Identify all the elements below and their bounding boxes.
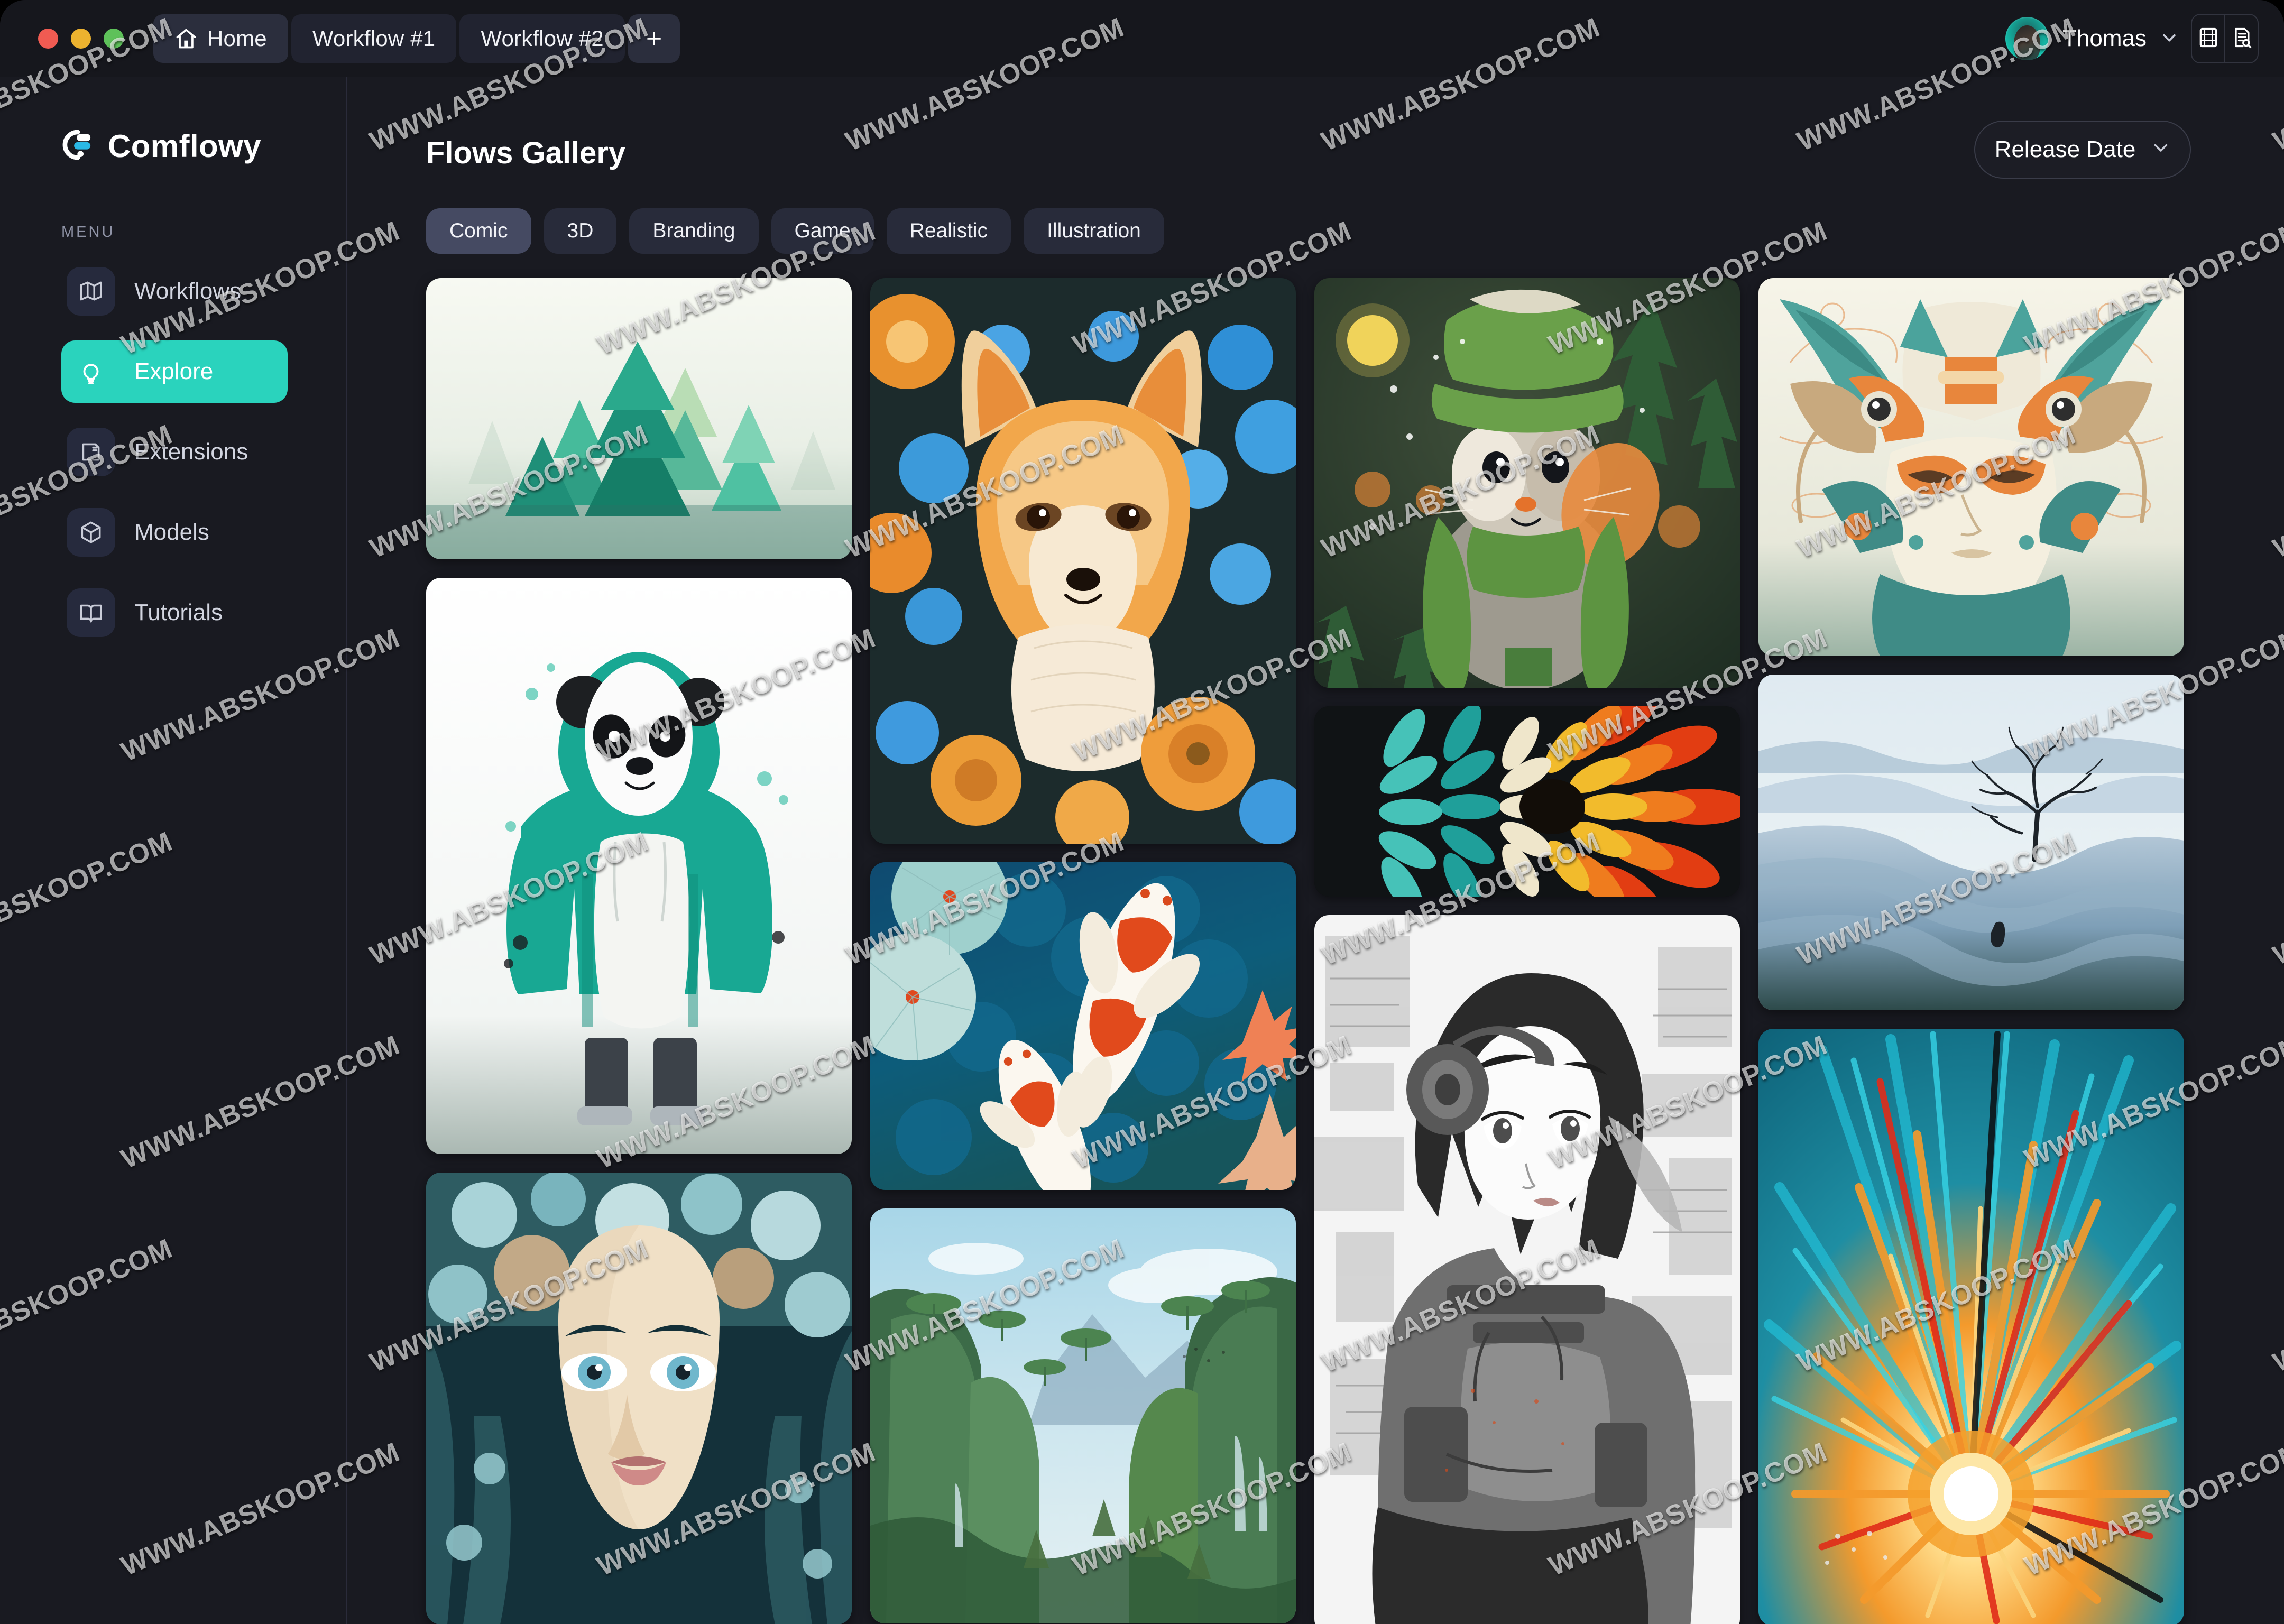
sidebar-item-models-label: Models bbox=[134, 519, 209, 546]
gallery-card[interactable] bbox=[870, 862, 1296, 1190]
gallery-column bbox=[870, 278, 1296, 1624]
gallery-card[interactable] bbox=[1758, 278, 2184, 656]
chevron-down-icon bbox=[2151, 136, 2170, 163]
sidebar-item-workflows-label: Workflows bbox=[134, 278, 241, 304]
window-controls bbox=[38, 29, 124, 49]
gallery-card[interactable] bbox=[870, 1208, 1296, 1623]
tab-workflow-2[interactable]: Workflow #2 bbox=[459, 14, 625, 63]
tab-workflow-2-label: Workflow #2 bbox=[481, 26, 604, 51]
avatar bbox=[2005, 17, 2049, 60]
app-window: Home Workflow #1 Workflow #2 + Thomas bbox=[0, 0, 2284, 1624]
floral-woman-art bbox=[426, 1173, 852, 1624]
sidebar-item-extensions-label: Extensions bbox=[134, 439, 248, 465]
gallery-card[interactable] bbox=[426, 278, 852, 559]
maximize-window-button[interactable] bbox=[104, 29, 124, 49]
menu-section-label: MENU bbox=[61, 224, 346, 241]
filter-chip-realistic[interactable]: Realistic bbox=[887, 208, 1011, 254]
filter-chip-label: Illustration bbox=[1047, 219, 1141, 243]
gallery-grid bbox=[426, 278, 2218, 1624]
titlebar-actions bbox=[2191, 14, 2259, 63]
filter-chip-illustration[interactable]: Illustration bbox=[1024, 208, 1164, 254]
sidebar-item-tutorials[interactable]: Tutorials bbox=[61, 582, 288, 644]
map-icon bbox=[67, 267, 115, 316]
comflowy-logo-icon bbox=[61, 128, 94, 164]
box-icon bbox=[67, 508, 115, 557]
jungle-cliffs-art bbox=[870, 1208, 1296, 1623]
sunburst-abstract-art bbox=[1758, 1029, 2184, 1624]
new-tab-button[interactable]: + bbox=[628, 14, 680, 63]
tab-home-label: Home bbox=[207, 26, 267, 51]
sidebar-item-explore-label: Explore bbox=[134, 358, 213, 385]
gallery-column bbox=[1758, 278, 2184, 1624]
chevron-down-icon bbox=[2160, 29, 2178, 49]
filter-chips: Comic 3D Branding Game Realistic Illustr… bbox=[426, 208, 1164, 254]
filter-chip-3d[interactable]: 3D bbox=[544, 208, 617, 254]
user-name: Thomas bbox=[2062, 25, 2147, 52]
hoodie-panda-art bbox=[426, 578, 852, 1154]
sidebar-nav: Workflows Explore Extensions bbox=[0, 260, 346, 644]
lightbulb-icon bbox=[67, 347, 115, 396]
tab-bar: Home Workflow #1 Workflow #2 + bbox=[153, 14, 680, 63]
filter-chip-comic[interactable]: Comic bbox=[426, 208, 531, 254]
sort-dropdown-label: Release Date bbox=[1995, 136, 2136, 163]
mecha-mask-art bbox=[1758, 278, 2184, 656]
home-icon bbox=[174, 27, 198, 50]
brand: Comflowy bbox=[61, 128, 346, 164]
filter-chip-label: Branding bbox=[652, 219, 735, 243]
filter-chip-label: Game bbox=[795, 219, 851, 243]
brand-name: Comflowy bbox=[108, 128, 261, 164]
main-content: Flows Gallery Release Date Comic 3D Bran… bbox=[348, 77, 2284, 1624]
paper-dahlia-art bbox=[1314, 706, 1740, 897]
user-menu[interactable]: Thomas bbox=[2005, 0, 2178, 77]
filter-chip-branding[interactable]: Branding bbox=[629, 208, 758, 254]
cyber-anime-girl-art bbox=[1314, 915, 1740, 1624]
filter-chip-label: Realistic bbox=[910, 219, 988, 243]
gallery-column bbox=[426, 278, 852, 1624]
sidebar-item-models[interactable]: Models bbox=[61, 501, 288, 564]
gallery-column bbox=[1314, 278, 1740, 1624]
sort-dropdown[interactable]: Release Date bbox=[1974, 121, 2191, 179]
sidebar: Comflowy MENU Workflows bbox=[0, 77, 347, 1624]
title-bar: Home Workflow #1 Workflow #2 + Thomas bbox=[0, 0, 2284, 77]
sidebar-item-workflows[interactable]: Workflows bbox=[61, 260, 288, 322]
book-icon bbox=[67, 588, 115, 637]
winter-critter-art bbox=[1314, 278, 1740, 688]
filter-chip-game[interactable]: Game bbox=[771, 208, 874, 254]
document-search-icon bbox=[2230, 26, 2253, 52]
document-search-button[interactable] bbox=[2224, 15, 2258, 62]
gallery-card[interactable] bbox=[426, 578, 852, 1154]
gallery-card[interactable] bbox=[426, 1173, 852, 1624]
page-title: Flows Gallery bbox=[426, 135, 625, 171]
gallery-card[interactable] bbox=[1758, 675, 2184, 1010]
plus-icon: + bbox=[646, 25, 662, 52]
sidebar-item-tutorials-label: Tutorials bbox=[134, 599, 223, 626]
film-strip-icon bbox=[2197, 26, 2220, 52]
tab-workflow-1-label: Workflow #1 bbox=[312, 26, 436, 51]
filter-chip-label: Comic bbox=[449, 219, 508, 243]
origami-forest-art bbox=[426, 278, 852, 559]
gallery-card[interactable] bbox=[1314, 706, 1740, 897]
sidebar-item-explore[interactable]: Explore bbox=[61, 340, 288, 403]
gallery-card[interactable] bbox=[1314, 278, 1740, 688]
gallery-card[interactable] bbox=[1758, 1029, 2184, 1624]
koi-pond-art bbox=[870, 862, 1296, 1190]
film-strip-button[interactable] bbox=[2192, 15, 2224, 62]
tab-workflow-1[interactable]: Workflow #1 bbox=[291, 14, 457, 63]
sidebar-item-extensions[interactable]: Extensions bbox=[61, 421, 288, 483]
tab-home[interactable]: Home bbox=[153, 14, 288, 63]
lone-tree-dunes-art bbox=[1758, 675, 2184, 1010]
gallery-card[interactable] bbox=[870, 278, 1296, 844]
puzzle-icon bbox=[67, 428, 115, 476]
filter-chip-label: 3D bbox=[567, 219, 594, 243]
flower-fox-art bbox=[870, 278, 1296, 844]
minimize-window-button[interactable] bbox=[71, 29, 91, 49]
gallery-card[interactable] bbox=[1314, 915, 1740, 1624]
close-window-button[interactable] bbox=[38, 29, 58, 49]
